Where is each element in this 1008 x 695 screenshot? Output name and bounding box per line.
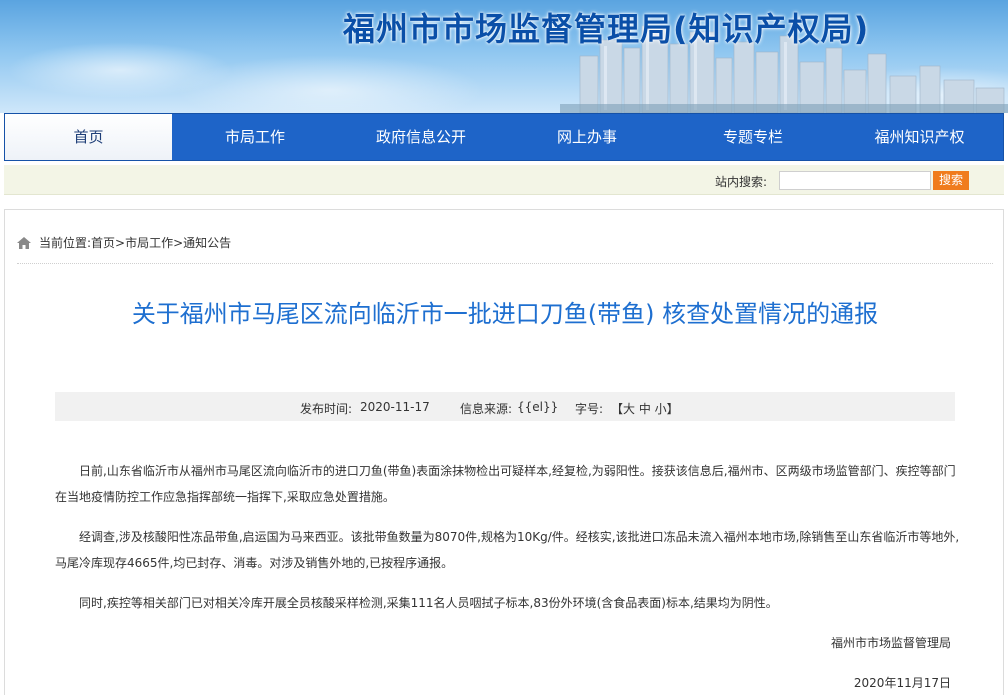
font-size-label: 字号:	[575, 402, 604, 416]
publish-label: 发布时间:	[300, 402, 353, 416]
nav-item-gov-info[interactable]: 政府信息公开	[338, 114, 504, 160]
breadcrumb-path[interactable]: 首页>市局工作>通知公告	[91, 234, 231, 251]
article-paragraph-2: 经调查,涉及核酸阳性冻品带鱼,启运国为马来西亚。该批带鱼数量为8070件,规格为…	[55, 530, 960, 570]
article-title: 关于福州市马尾区流向临沂市一批进口刀鱼(带鱼) 核查处置情况的通报	[131, 300, 879, 328]
search-input[interactable]	[779, 171, 931, 190]
nav-item-ip[interactable]: 福州知识产权	[836, 114, 1003, 160]
source-label: 信息来源:	[460, 402, 513, 416]
breadcrumb: 当前位置: 首页>市局工作>通知公告	[17, 234, 231, 251]
search-bar: 站内搜索: 搜索	[4, 165, 1004, 195]
home-icon	[17, 236, 31, 249]
article-date: 2020年11月17日	[853, 676, 951, 690]
nav-item-special-topics[interactable]: 专题专栏	[670, 114, 836, 160]
source-value: {{el}}	[517, 400, 559, 414]
nav-item-online-services[interactable]: 网上办事	[504, 114, 670, 160]
site-title: 福州市市场监督管理局(知识产权局)	[343, 10, 870, 48]
nav-item-home[interactable]: 首页	[5, 114, 172, 160]
article-card: 当前位置: 首页>市局工作>通知公告 关于福州市马尾区流向临沂市一批进口刀鱼(带…	[4, 209, 1004, 695]
article-signature: 福州市市场监督管理局	[830, 636, 951, 650]
nav-item-bureau-work[interactable]: 市局工作	[172, 114, 338, 160]
breadcrumb-divider	[17, 263, 993, 264]
publish-date: 2020-11-17	[360, 400, 430, 414]
main-nav: 首页 市局工作 政府信息公开 网上办事 专题专栏 福州知识产权	[4, 113, 1004, 161]
font-size-switch[interactable]: 【大 中 小】	[611, 400, 679, 417]
breadcrumb-prefix: 当前位置:	[39, 236, 92, 250]
article-paragraph-3: 同时,疾控等相关部门已对相关冷库开展全员核酸采样检测,采集111名人员咽拭子标本…	[79, 596, 778, 610]
search-label: 站内搜索:	[715, 175, 768, 189]
article-paragraph-1: 日前,山东省临沂市从福州市马尾区流向临沂市的进口刀鱼(带鱼)表面涂抹物检出可疑样…	[55, 464, 956, 504]
article-meta: 发布时间: 2020-11-17 信息来源: {{el}} 字号: 【大 中 小…	[55, 392, 955, 421]
search-button[interactable]: 搜索	[933, 171, 969, 190]
site-banner: 福州市市场监督管理局(知识产权局)	[0, 0, 1008, 113]
